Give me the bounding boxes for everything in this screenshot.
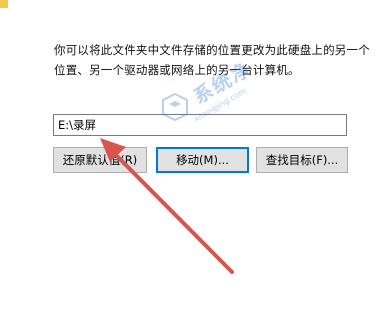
description-line-1: 你可以将此文件夹中文件存储的位置更改为此硬盘上的另一个 <box>54 43 370 57</box>
restore-default-button[interactable]: 还原默认值(R) <box>53 147 147 173</box>
find-target-button[interactable]: 查找目标(F)... <box>256 147 348 173</box>
folder-corner-icon <box>0 0 8 8</box>
location-path-input[interactable] <box>53 114 347 136</box>
location-description: 你可以将此文件夹中文件存储的位置更改为此硬盘上的另一个 位置、另一个驱动器或网络… <box>54 40 372 80</box>
move-button[interactable]: 移动(M)... <box>156 147 249 173</box>
location-tab-panel: 你可以将此文件夹中文件存储的位置更改为此硬盘上的另一个 位置、另一个驱动器或网络… <box>0 0 377 315</box>
top-strip <box>0 0 377 10</box>
description-line-2: 位置、另一个驱动器或网络上的另一台计算机。 <box>54 63 300 77</box>
